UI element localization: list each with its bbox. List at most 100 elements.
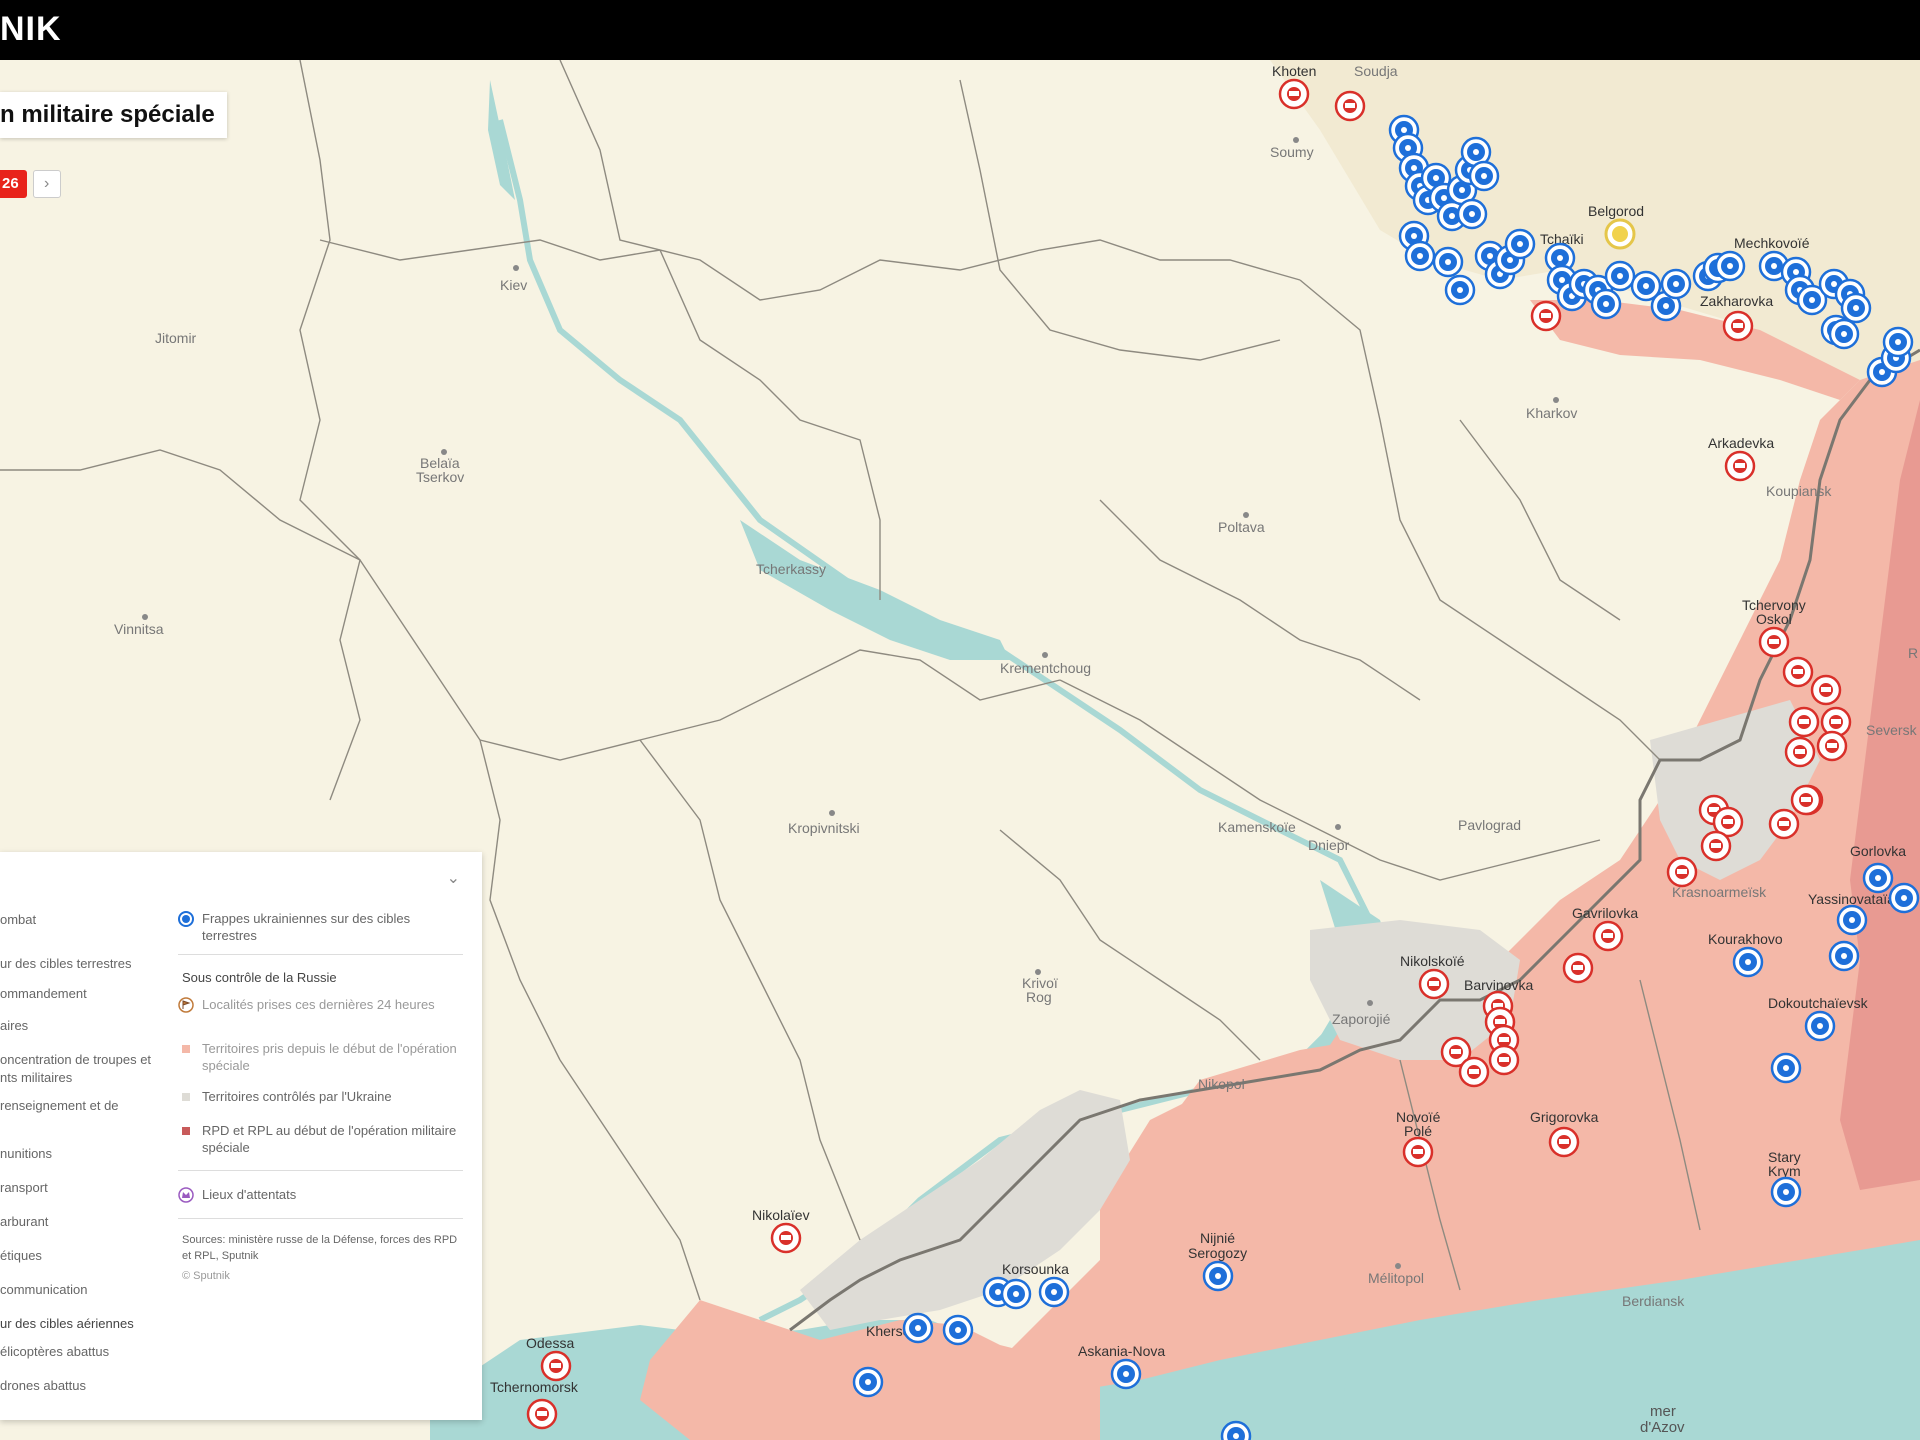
ua-strike-marker[interactable] [1828,318,1860,350]
legend-left-item: ommandement [0,986,87,1001]
ua-strike-marker[interactable] [1444,274,1476,306]
city-korsounka: Korsounka [1002,1261,1069,1277]
ru-strike-marker[interactable] [1562,952,1594,984]
ua-strike-marker[interactable] [1840,292,1872,324]
date-chip[interactable]: 26 [0,170,27,198]
sea-label-mer: mer [1650,1403,1676,1420]
ru-strike-marker[interactable] [1334,90,1366,122]
ru-strike-marker[interactable] [1666,856,1698,888]
city-kamenskoie: Kamenskoïe [1218,819,1296,835]
ru-strike-marker[interactable] [1816,730,1848,762]
city-mechkovoie: Mechkovoïé [1734,235,1810,251]
ua-strike-marker[interactable] [1888,882,1920,914]
city-gorlovka: Gorlovka [1850,843,1906,859]
legend-left-item: drones abattus [0,1378,87,1393]
ru-strike-marker[interactable] [1810,674,1842,706]
chevron-down-icon[interactable]: ⌄ [447,868,460,888]
ua-strike-marker[interactable] [1432,246,1464,278]
city-askania: Askania-Nova [1078,1343,1165,1359]
legend-left-item: arburant [0,1214,49,1229]
ua-strike-marker[interactable] [1038,1276,1070,1308]
ru-strike-marker[interactable] [1278,78,1310,110]
ru-strike-marker[interactable] [1530,300,1562,332]
legend-divider [178,1218,463,1219]
city-tcherkassy: Tcherkassy [756,561,826,577]
legend-left-item: ur des cibles terrestres [0,956,132,971]
city-barvinovka: Barvinovka [1464,977,1533,993]
ru-strike-marker[interactable] [1402,1136,1434,1168]
ua-strike-marker[interactable] [902,1312,934,1344]
ua-strike-marker[interactable] [1770,1176,1802,1208]
city-serogozy: Serogozy [1188,1245,1247,1261]
ua-strike-marker[interactable] [1660,268,1692,300]
date-selector: 26 › [0,170,61,198]
ua-strike-marker[interactable] [1862,862,1894,894]
ua-strike-marker[interactable] [1110,1358,1142,1390]
ru-strike-marker[interactable] [1488,1044,1520,1076]
city-kharkov: Kharkov [1526,405,1577,421]
legend-left-item: renseignement et de [0,1098,119,1113]
legend-attacks[interactable]: Lieux d'attentats [178,1186,468,1203]
sputnik-logo[interactable]: NIK [0,10,62,49]
ua-strike-marker[interactable] [1456,198,1488,230]
ru-strike-marker[interactable] [526,1398,558,1430]
legend-left-item: nunitions [0,1146,53,1161]
legend-left-item: ombat [0,912,37,927]
ua-strike-marker[interactable] [1404,240,1436,272]
ua-strike-marker[interactable] [1220,1420,1252,1440]
ua-strike-marker[interactable] [1468,160,1500,192]
city-tchernomorsk: Tchernomorsk [490,1379,579,1395]
ua-strike-marker[interactable] [1714,250,1746,282]
city-poltava: Poltava [1218,519,1265,535]
legend-ua-strikes[interactable]: Frappes ukrainiennes sur des cibles terr… [178,910,468,944]
ru-strike-marker[interactable] [1548,1126,1580,1158]
ua-strike-marker[interactable] [1604,260,1636,292]
ua-strike-marker[interactable] [1836,904,1868,936]
ua-strike-marker[interactable] [1804,1010,1836,1042]
city-kremenchoug: Krementchoug [1000,660,1091,676]
legend-ua-controlled[interactable]: Territoires contrôlés par l'Ukraine [178,1088,468,1105]
city-dokoutchaievsk: Dokoutchaïevsk [1768,995,1869,1011]
ru-strike-marker[interactable] [1784,736,1816,768]
city-krym: Krym [1768,1163,1801,1179]
ru-strike-marker[interactable] [1782,656,1814,688]
ru-strike-marker[interactable] [1458,1056,1490,1088]
legend-left-item: ransport [0,1180,48,1195]
ua-strike-marker[interactable] [1504,228,1536,260]
ua-strike-marker[interactable] [1770,1052,1802,1084]
ru-strike-marker[interactable] [1768,808,1800,840]
ua-strike-marker[interactable] [1882,326,1914,358]
ru-strike-marker[interactable] [1788,706,1820,738]
ua-strike-marker[interactable] [1202,1260,1234,1292]
legend-panel: ⌄ ombat ur des cibles terrestres ommande… [0,852,482,1420]
city-melitopol: Mélitopol [1368,1270,1424,1286]
legend-dpr-lpr[interactable]: RPD et RPL au début de l'opération milit… [178,1122,468,1156]
ru-strike-marker[interactable] [1758,626,1790,658]
ru-strike-marker[interactable] [1722,310,1754,342]
legend-divider [178,1170,463,1171]
ua-strike-marker[interactable] [1828,940,1860,972]
city-dniepr: Dniepr [1308,837,1350,853]
city-nikolskoie: Nikolskoïé [1400,953,1465,969]
legend-taken-since[interactable]: Territoires pris depuis le début de l'op… [178,1040,468,1074]
ua-strike-marker[interactable] [1732,946,1764,978]
ua-strike-marker[interactable] [852,1366,884,1398]
legend-left-item: élicoptères abattus [0,1344,110,1359]
ru-strike-marker[interactable] [1724,450,1756,482]
city-soudja: Soudja [1354,63,1398,79]
chevron-right-icon[interactable]: › [32,170,61,198]
ru-strike-marker[interactable] [770,1222,802,1254]
grey-square-icon [182,1093,190,1101]
city-nijnie: Nijnié [1200,1230,1235,1246]
ua-strike-marker[interactable] [1000,1278,1032,1310]
ru-strike-marker[interactable] [1592,920,1624,952]
ru-strike-marker[interactable] [1790,784,1822,816]
ru-strike-marker[interactable] [540,1350,572,1382]
ua-strike-marker[interactable] [1590,288,1622,320]
legend-left-item: ur des cibles aériennes [0,1316,134,1331]
ru-strike-marker[interactable] [1700,830,1732,862]
ua-strike-marker[interactable] [942,1314,974,1346]
belgorod-attack-marker[interactable] [1604,218,1636,250]
legend-taken-24h[interactable]: Localités prises ces dernières 24 heures [178,996,468,1013]
ru-strike-marker[interactable] [1418,968,1450,1000]
